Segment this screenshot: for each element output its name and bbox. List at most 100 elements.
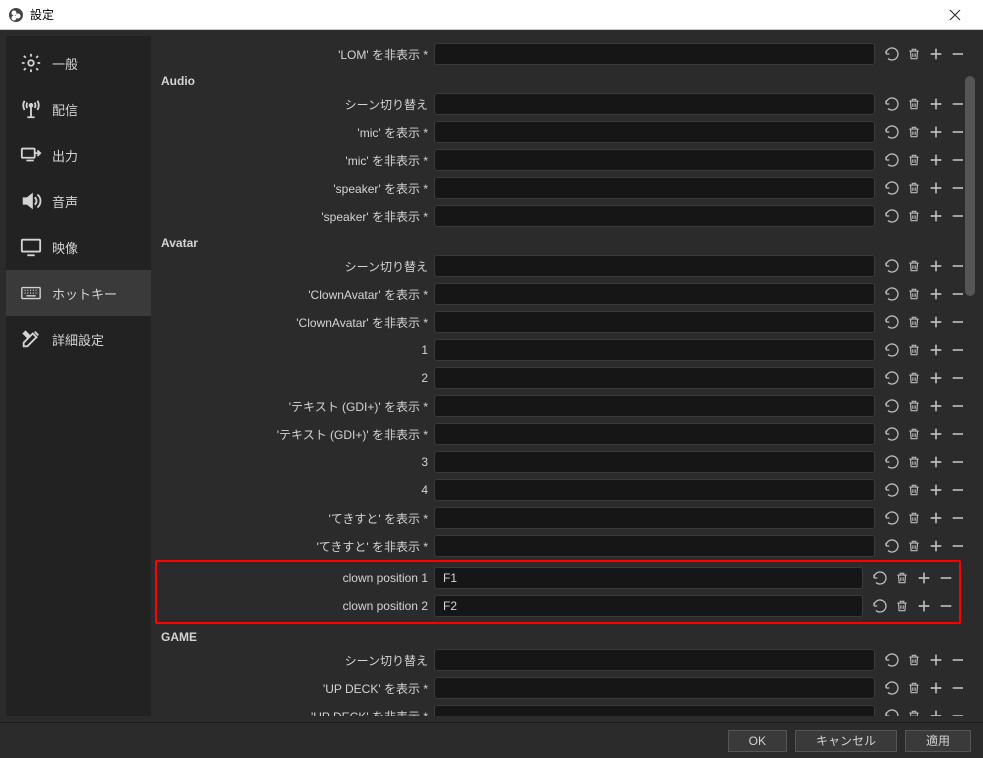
undo-icon[interactable] xyxy=(881,451,903,473)
plus-icon[interactable] xyxy=(925,311,947,333)
hotkey-input[interactable] xyxy=(434,595,863,617)
plus-icon[interactable] xyxy=(925,93,947,115)
trash-icon[interactable] xyxy=(891,595,913,617)
trash-icon[interactable] xyxy=(903,451,925,473)
scrollbar-thumb[interactable] xyxy=(965,76,975,296)
trash-icon[interactable] xyxy=(903,93,925,115)
trash-icon[interactable] xyxy=(903,283,925,305)
hotkey-input[interactable] xyxy=(434,535,875,557)
sidebar-item-advanced[interactable]: 詳細設定 xyxy=(6,316,151,362)
hotkey-input[interactable] xyxy=(434,205,875,227)
sidebar-item-output[interactable]: 出力 xyxy=(6,132,151,178)
plus-icon[interactable] xyxy=(925,677,947,699)
minus-icon[interactable] xyxy=(935,567,957,589)
plus-icon[interactable] xyxy=(913,567,935,589)
undo-icon[interactable] xyxy=(881,177,903,199)
trash-icon[interactable] xyxy=(903,677,925,699)
undo-icon[interactable] xyxy=(881,677,903,699)
hotkey-input[interactable] xyxy=(434,451,875,473)
undo-icon[interactable] xyxy=(881,705,903,716)
sidebar-item-stream[interactable]: 配信 xyxy=(6,86,151,132)
trash-icon[interactable] xyxy=(891,567,913,589)
hotkey-input[interactable] xyxy=(434,255,875,277)
undo-icon[interactable] xyxy=(881,311,903,333)
hotkey-input[interactable] xyxy=(434,311,875,333)
minus-icon[interactable] xyxy=(935,595,957,617)
undo-icon[interactable] xyxy=(881,479,903,501)
plus-icon[interactable] xyxy=(925,149,947,171)
plus-icon[interactable] xyxy=(925,649,947,671)
hotkey-input[interactable] xyxy=(434,339,875,361)
hotkey-input[interactable] xyxy=(434,43,875,65)
hotkey-input[interactable] xyxy=(434,149,875,171)
undo-icon[interactable] xyxy=(881,149,903,171)
trash-icon[interactable] xyxy=(903,205,925,227)
plus-icon[interactable] xyxy=(925,121,947,143)
trash-icon[interactable] xyxy=(903,649,925,671)
plus-icon[interactable] xyxy=(925,423,947,445)
plus-icon[interactable] xyxy=(925,479,947,501)
hotkey-input[interactable] xyxy=(434,423,875,445)
plus-icon[interactable] xyxy=(925,283,947,305)
plus-icon[interactable] xyxy=(925,43,947,65)
hotkey-input[interactable] xyxy=(434,705,875,716)
hotkey-input[interactable] xyxy=(434,283,875,305)
plus-icon[interactable] xyxy=(925,205,947,227)
undo-icon[interactable] xyxy=(881,507,903,529)
ok-button[interactable]: OK xyxy=(728,730,787,752)
plus-icon[interactable] xyxy=(925,339,947,361)
hotkey-input[interactable] xyxy=(434,677,875,699)
undo-icon[interactable] xyxy=(869,595,891,617)
trash-icon[interactable] xyxy=(903,121,925,143)
plus-icon[interactable] xyxy=(925,367,947,389)
undo-icon[interactable] xyxy=(881,93,903,115)
sidebar-item-hotkeys[interactable]: ホットキー xyxy=(6,270,151,316)
hotkey-input[interactable] xyxy=(434,479,875,501)
plus-icon[interactable] xyxy=(925,535,947,557)
undo-icon[interactable] xyxy=(881,367,903,389)
plus-icon[interactable] xyxy=(925,177,947,199)
trash-icon[interactable] xyxy=(903,255,925,277)
hotkey-input[interactable] xyxy=(434,507,875,529)
hotkey-input[interactable] xyxy=(434,395,875,417)
hotkey-input[interactable] xyxy=(434,121,875,143)
undo-icon[interactable] xyxy=(881,205,903,227)
trash-icon[interactable] xyxy=(903,149,925,171)
cancel-button[interactable]: キャンセル xyxy=(795,730,897,752)
plus-icon[interactable] xyxy=(925,705,947,716)
hotkey-input[interactable] xyxy=(434,177,875,199)
hotkey-input[interactable] xyxy=(434,367,875,389)
sidebar-item-video[interactable]: 映像 xyxy=(6,224,151,270)
hotkey-input[interactable] xyxy=(434,567,863,589)
trash-icon[interactable] xyxy=(903,479,925,501)
undo-icon[interactable] xyxy=(881,395,903,417)
plus-icon[interactable] xyxy=(913,595,935,617)
undo-icon[interactable] xyxy=(881,339,903,361)
trash-icon[interactable] xyxy=(903,339,925,361)
undo-icon[interactable] xyxy=(881,43,903,65)
trash-icon[interactable] xyxy=(903,367,925,389)
sidebar-item-general[interactable]: 一般 xyxy=(6,40,151,86)
undo-icon[interactable] xyxy=(881,535,903,557)
undo-icon[interactable] xyxy=(881,283,903,305)
undo-icon[interactable] xyxy=(881,423,903,445)
undo-icon[interactable] xyxy=(869,567,891,589)
trash-icon[interactable] xyxy=(903,43,925,65)
trash-icon[interactable] xyxy=(903,423,925,445)
trash-icon[interactable] xyxy=(903,535,925,557)
scrollbar[interactable] xyxy=(963,36,977,716)
undo-icon[interactable] xyxy=(881,121,903,143)
apply-button[interactable]: 適用 xyxy=(905,730,971,752)
trash-icon[interactable] xyxy=(903,507,925,529)
hotkey-input[interactable] xyxy=(434,93,875,115)
trash-icon[interactable] xyxy=(903,705,925,716)
undo-icon[interactable] xyxy=(881,649,903,671)
plus-icon[interactable] xyxy=(925,507,947,529)
plus-icon[interactable] xyxy=(925,451,947,473)
trash-icon[interactable] xyxy=(903,395,925,417)
plus-icon[interactable] xyxy=(925,395,947,417)
plus-icon[interactable] xyxy=(925,255,947,277)
window-close-button[interactable] xyxy=(935,1,975,29)
hotkey-input[interactable] xyxy=(434,649,875,671)
trash-icon[interactable] xyxy=(903,177,925,199)
